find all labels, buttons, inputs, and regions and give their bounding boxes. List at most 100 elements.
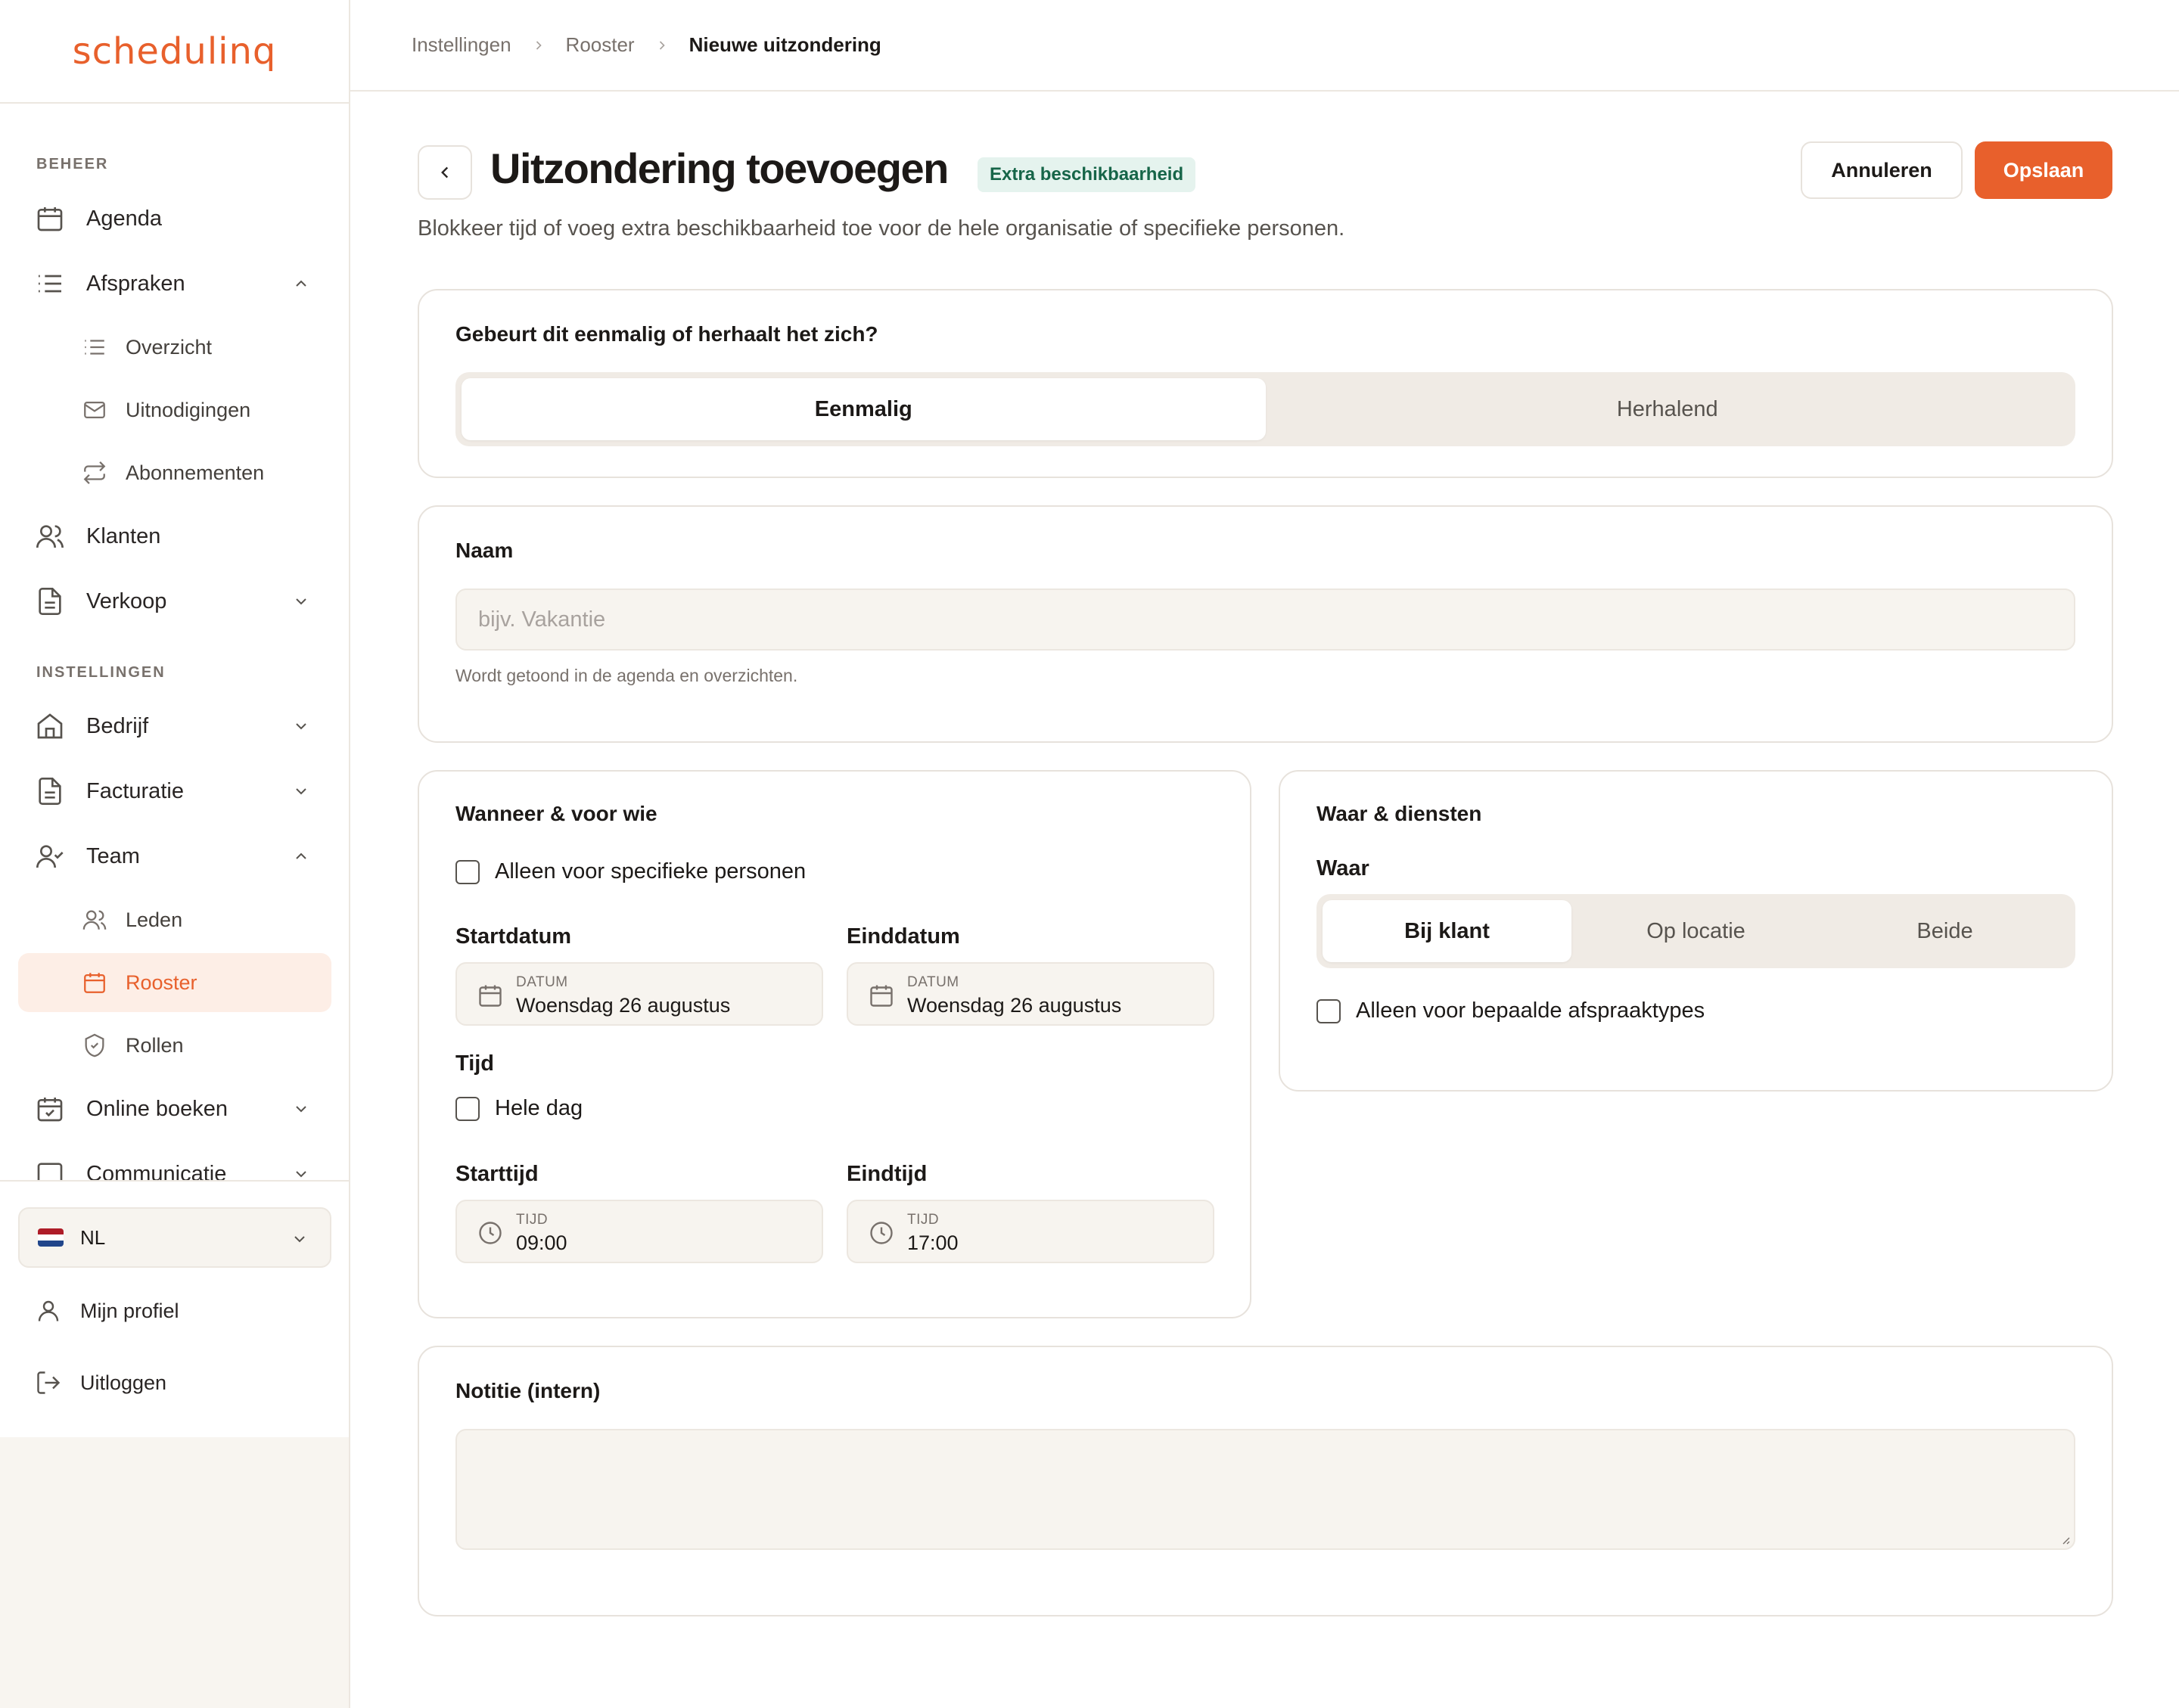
sidebar-item-leden[interactable]: Leden	[18, 890, 331, 949]
appointment-types-checkbox-row[interactable]: Alleen voor bepaalde afspraaktypes	[1316, 998, 1705, 1023]
sidebar-item-communicatie[interactable]: Communicatie	[18, 1144, 331, 1180]
section-label-instellingen: INSTELLINGEN	[36, 664, 166, 681]
logout-link[interactable]: Uitloggen	[18, 1356, 331, 1409]
section-label-beheer: BEHEER	[36, 156, 109, 172]
home-icon	[37, 713, 63, 739]
end-time-label: Eindtijd	[847, 1162, 928, 1186]
chevron-right-icon	[536, 40, 542, 50]
sidebar-item-verkoop[interactable]: Verkoop	[18, 572, 331, 631]
users-icon	[82, 910, 107, 930]
breadcrumb: Instellingen Rooster Nieuwe uitzondering	[350, 0, 2179, 92]
where-toggle: Bij klant Op locatie Beide	[1316, 894, 2075, 968]
calendar-icon	[37, 207, 63, 231]
where-option-bij-klant[interactable]: Bij klant	[1323, 900, 1571, 962]
resize-handle-icon[interactable]	[2059, 1533, 2071, 1545]
name-input[interactable]: bijv. Vakantie	[455, 588, 2075, 651]
name-card: Naam bijv. Vakantie Wordt getoond in de …	[418, 505, 2113, 743]
where-card-title: Waar & diensten	[1316, 802, 1482, 825]
end-time-value: 17:00	[907, 1231, 959, 1254]
where-option-op-locatie[interactable]: Op locatie	[1571, 900, 1820, 962]
sidebar-item-team[interactable]: Team	[18, 827, 331, 886]
list-icon	[85, 340, 104, 355]
specific-persons-checkbox[interactable]	[455, 859, 480, 884]
recurrence-toggle: Eenmalig Herhalend	[455, 372, 2075, 446]
sidebar-item-bedrijf[interactable]: Bedrijf	[18, 697, 331, 756]
back-button[interactable]	[418, 145, 472, 200]
user-icon	[38, 1300, 59, 1321]
cancel-button[interactable]: Annuleren	[1801, 141, 1963, 199]
when-card-title: Wanneer & voor wie	[455, 802, 657, 825]
sidebar-item-rooster[interactable]: Rooster	[18, 953, 331, 1012]
document-icon	[39, 588, 61, 615]
clock-icon	[479, 1222, 502, 1244]
flag-nl-icon	[38, 1228, 64, 1247]
shield-icon	[85, 1033, 104, 1057]
name-helper-text: Wordt getoond in de agenda en overzichte…	[455, 666, 798, 685]
note-textarea[interactable]	[455, 1429, 2075, 1550]
sidebar-item-klanten[interactable]: Klanten	[18, 507, 331, 566]
my-profile-link[interactable]: Mijn profiel	[18, 1284, 331, 1337]
name-input-placeholder: bijv. Vakantie	[478, 607, 606, 632]
start-time-label: Starttijd	[455, 1162, 539, 1186]
repeat-icon	[83, 461, 106, 484]
message-icon	[37, 1163, 63, 1180]
sidebar-item-overzicht[interactable]: Overzicht	[18, 318, 331, 377]
name-label: Naam	[455, 539, 514, 562]
sidebar-item-abonnementen[interactable]: Abonnementen	[18, 443, 331, 502]
note-card: Notitie (intern)	[418, 1346, 2113, 1616]
end-time-picker[interactable]: TIJD 17:00	[847, 1200, 1214, 1263]
logo[interactable]: schedulinq	[0, 0, 349, 104]
save-button[interactable]: Opslaan	[1975, 141, 2112, 199]
where-card: Waar & diensten Waar Bij klant Op locati…	[1279, 770, 2113, 1092]
appointment-types-checkbox[interactable]	[1316, 998, 1341, 1023]
end-date-picker[interactable]: DATUM Woensdag 26 augustus	[847, 962, 1214, 1026]
chevron-down-icon	[294, 1236, 305, 1243]
list-icon	[39, 275, 61, 293]
status-badge: Extra beschikbaarheid	[978, 157, 1196, 192]
user-check-icon	[36, 845, 64, 868]
sidebar-item-online-boeken[interactable]: Online boeken	[18, 1079, 331, 1138]
chevron-down-icon	[296, 1106, 306, 1113]
end-date-value: Woensdag 26 augustus	[907, 994, 1122, 1017]
breadcrumb-rooster[interactable]: Rooster	[566, 33, 635, 57]
calendar-icon	[479, 985, 502, 1007]
sidebar-scroll-clip: Communicatie	[0, 1135, 349, 1180]
start-date-value: Woensdag 26 augustus	[516, 994, 731, 1017]
mail-icon	[84, 401, 105, 419]
start-time-picker[interactable]: TIJD 09:00	[455, 1200, 823, 1263]
recurrence-card: Gebeurt dit eenmalig of herhaalt het zic…	[418, 289, 2113, 478]
recurrence-option-herhalend[interactable]: Herhalend	[1266, 378, 2070, 440]
start-time-value: 09:00	[516, 1231, 567, 1254]
start-date-picker[interactable]: DATUM Woensdag 26 augustus	[455, 962, 823, 1026]
invoice-icon	[39, 778, 61, 805]
sidebar-item-facturatie[interactable]: Facturatie	[18, 762, 331, 821]
breadcrumb-current: Nieuwe uitzondering	[689, 33, 881, 56]
specific-persons-checkbox-row[interactable]: Alleen voor specifieke personen	[455, 859, 806, 884]
users-icon	[36, 525, 64, 548]
when-card: Wanneer & voor wie Alleen voor specifiek…	[418, 770, 1251, 1318]
chevron-down-icon	[296, 1171, 306, 1178]
where-label: Waar	[1316, 856, 1369, 880]
note-label: Notitie (intern)	[455, 1379, 601, 1402]
where-option-beide[interactable]: Beide	[1820, 900, 2069, 962]
sidebar-item-afspraken[interactable]: Afspraken	[18, 254, 331, 313]
chevron-down-icon	[296, 598, 306, 605]
end-date-label: Einddatum	[847, 924, 960, 949]
sidebar-item-uitnodigingen[interactable]: Uitnodigingen	[18, 380, 331, 439]
calendar-check-icon	[37, 1098, 63, 1122]
recurrence-question: Gebeurt dit eenmalig of herhaalt het zic…	[455, 322, 878, 346]
chevron-right-icon	[659, 40, 665, 50]
recurrence-option-eenmalig[interactable]: Eenmalig	[462, 378, 1266, 440]
sidebar-item-rollen[interactable]: Rollen	[18, 1016, 331, 1075]
sidebar-item-agenda[interactable]: Agenda	[18, 189, 331, 248]
chevron-left-icon	[441, 166, 449, 179]
calendar-icon	[870, 985, 893, 1007]
language-select[interactable]: NL	[18, 1207, 331, 1268]
calendar-icon	[84, 973, 105, 993]
clock-icon	[870, 1222, 893, 1244]
breadcrumb-instellingen[interactable]: Instellingen	[412, 33, 511, 57]
sidebar-nav: schedulinq BEHEER Agenda Afspraken Overz…	[0, 0, 349, 1437]
page-subtitle: Blokkeer tijd of voeg extra beschikbaarh…	[418, 216, 1345, 241]
all-day-checkbox-row[interactable]: Hele dag	[455, 1096, 583, 1121]
all-day-checkbox[interactable]	[455, 1096, 480, 1121]
